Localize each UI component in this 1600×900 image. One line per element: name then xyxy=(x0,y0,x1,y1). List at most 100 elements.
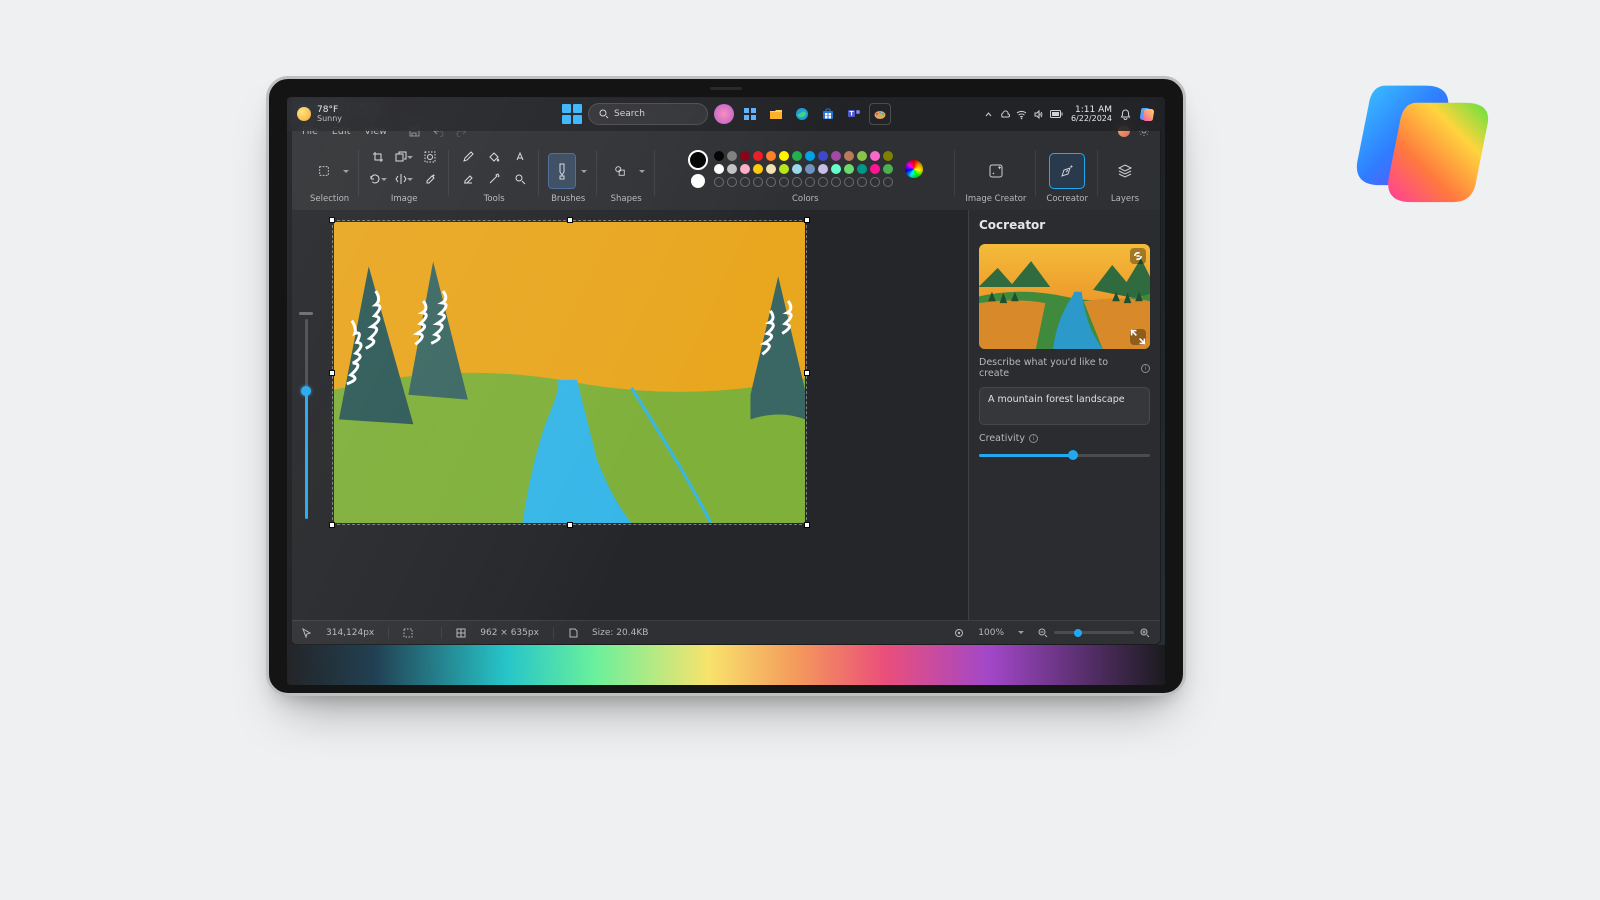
zoom-slider[interactable] xyxy=(1054,631,1134,634)
shapes-dropdown[interactable] xyxy=(639,167,645,176)
color-swatch[interactable] xyxy=(753,164,763,174)
notifications-icon[interactable] xyxy=(1120,109,1131,120)
select-dropdown[interactable] xyxy=(343,167,349,176)
empty-swatch[interactable] xyxy=(766,177,776,187)
color-swatch[interactable] xyxy=(844,164,854,174)
fill-icon[interactable] xyxy=(485,148,503,166)
volume-icon[interactable] xyxy=(1033,109,1044,120)
canvas-area[interactable] xyxy=(320,210,968,620)
paint-taskbar-icon[interactable] xyxy=(870,104,890,124)
cocreator-preview[interactable] xyxy=(979,244,1150,349)
zoom-dropdown[interactable] xyxy=(1018,628,1024,637)
canvas[interactable] xyxy=(332,220,807,525)
empty-swatch[interactable] xyxy=(844,177,854,187)
zoom-out-icon[interactable] xyxy=(1038,628,1048,638)
teams-icon[interactable]: T xyxy=(844,104,864,124)
color-swatch[interactable] xyxy=(740,164,750,174)
eraser-icon[interactable] xyxy=(459,170,477,188)
color-swatch[interactable] xyxy=(831,151,841,161)
explorer-icon[interactable] xyxy=(766,104,786,124)
color-swatch[interactable] xyxy=(883,151,893,161)
flip-icon[interactable] xyxy=(395,170,413,188)
empty-swatch[interactable] xyxy=(870,177,880,187)
color-swatch[interactable] xyxy=(883,164,893,174)
color-swatch[interactable] xyxy=(792,151,802,161)
color-swatch[interactable] xyxy=(766,164,776,174)
pencil-icon[interactable] xyxy=(459,148,477,166)
color-swatch[interactable] xyxy=(857,151,867,161)
text-icon[interactable] xyxy=(511,148,529,166)
fit-icon[interactable] xyxy=(954,628,964,638)
color-swatch[interactable] xyxy=(870,164,880,174)
brush-tool[interactable] xyxy=(549,154,575,188)
link-icon[interactable] xyxy=(1130,248,1146,264)
empty-swatch[interactable] xyxy=(714,177,724,187)
info-icon[interactable]: i xyxy=(1029,434,1038,443)
primary-color-swatch[interactable] xyxy=(688,150,708,170)
prompt-input[interactable]: A mountain forest landscape xyxy=(979,387,1150,425)
color-swatch[interactable] xyxy=(805,164,815,174)
color-swatch[interactable] xyxy=(818,164,828,174)
empty-swatch[interactable] xyxy=(792,177,802,187)
taskbar-search[interactable]: Search xyxy=(588,103,708,125)
creativity-slider[interactable] xyxy=(979,448,1150,462)
empty-swatch[interactable] xyxy=(857,177,867,187)
zoom-in-icon[interactable] xyxy=(1140,628,1150,638)
widgets-icon[interactable] xyxy=(740,104,760,124)
rotate-icon[interactable] xyxy=(369,170,387,188)
start-button[interactable] xyxy=(562,104,582,124)
cocreator-button[interactable] xyxy=(1050,154,1084,188)
color-swatch[interactable] xyxy=(727,151,737,161)
empty-swatch[interactable] xyxy=(779,177,789,187)
weather-widget[interactable]: 78°F Sunny xyxy=(297,106,342,123)
copilot-taskbar-icon[interactable] xyxy=(1139,106,1155,122)
color-swatch[interactable] xyxy=(714,164,724,174)
battery-icon[interactable] xyxy=(1050,110,1063,118)
generative-erase-icon[interactable] xyxy=(421,170,439,188)
color-swatch[interactable] xyxy=(870,151,880,161)
color-swatch[interactable] xyxy=(753,151,763,161)
expand-icon[interactable] xyxy=(1130,329,1146,345)
empty-swatch[interactable] xyxy=(883,177,893,187)
empty-swatch[interactable] xyxy=(831,177,841,187)
color-swatch[interactable] xyxy=(779,151,789,161)
color-swatch[interactable] xyxy=(740,151,750,161)
info-icon[interactable]: i xyxy=(1141,364,1150,373)
image-creator-button[interactable] xyxy=(979,154,1013,188)
color-swatch[interactable] xyxy=(714,151,724,161)
layers-button[interactable] xyxy=(1108,154,1142,188)
wifi-icon[interactable] xyxy=(1016,109,1027,120)
onedrive-icon[interactable] xyxy=(999,109,1010,120)
tray-chevron-icon[interactable] xyxy=(984,110,993,119)
brush-size-slider[interactable] xyxy=(292,210,320,620)
color-picker-icon[interactable] xyxy=(905,160,923,178)
color-swatch[interactable] xyxy=(766,151,776,161)
task-view-icon[interactable] xyxy=(714,104,734,124)
clock[interactable]: 1:11 AM 6/22/2024 xyxy=(1071,106,1112,123)
empty-swatch[interactable] xyxy=(740,177,750,187)
color-swatch[interactable] xyxy=(818,151,828,161)
color-swatch[interactable] xyxy=(727,164,737,174)
shapes-tool[interactable] xyxy=(607,154,633,188)
crop-icon[interactable] xyxy=(369,148,387,166)
empty-swatch[interactable] xyxy=(753,177,763,187)
color-swatch[interactable] xyxy=(857,164,867,174)
brush-dropdown[interactable] xyxy=(581,167,587,176)
empty-swatch[interactable] xyxy=(727,177,737,187)
eyedropper-icon[interactable] xyxy=(485,170,503,188)
empty-swatch[interactable] xyxy=(805,177,815,187)
color-swatch[interactable] xyxy=(805,151,815,161)
color-swatch[interactable] xyxy=(792,164,802,174)
magnifier-icon[interactable] xyxy=(511,170,529,188)
empty-swatch[interactable] xyxy=(818,177,828,187)
edge-icon[interactable] xyxy=(792,104,812,124)
color-swatch[interactable] xyxy=(831,164,841,174)
zoom-percent[interactable]: 100% xyxy=(978,628,1004,638)
select-tool[interactable] xyxy=(311,154,337,188)
remove-bg-icon[interactable] xyxy=(421,148,439,166)
store-icon[interactable] xyxy=(818,104,838,124)
secondary-color-swatch[interactable] xyxy=(691,174,705,188)
resize-icon[interactable] xyxy=(395,148,413,166)
color-swatch[interactable] xyxy=(779,164,789,174)
color-swatch[interactable] xyxy=(844,151,854,161)
